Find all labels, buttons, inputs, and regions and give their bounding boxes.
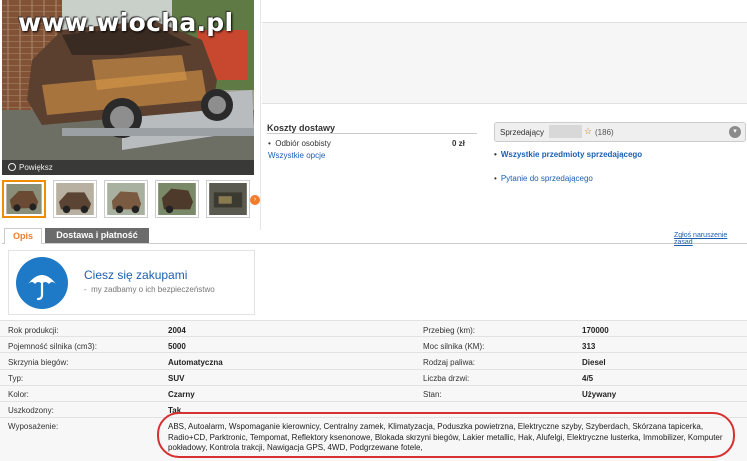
param-label: Moc silnika (KM): [423, 342, 485, 351]
umbrella-icon [16, 257, 68, 309]
thumbnail-image [158, 183, 196, 215]
promo-subtitle-text: my zadbamy o ich bezpieczeństwo [91, 285, 215, 294]
delivery-all-options-link[interactable]: Wszystkie opcje [268, 151, 325, 160]
row-divider [0, 385, 747, 386]
row-divider [0, 401, 747, 402]
param-label: Rok produkcji: [8, 326, 59, 335]
delivery-option: • Odbiór osobisty [268, 139, 331, 148]
param-value: 4/5 [582, 374, 594, 383]
param-label: Kolor: [8, 390, 29, 399]
param-value: Automatyczna [168, 358, 223, 367]
delivery-pickup-label: Odbiór osobisty [275, 139, 331, 148]
thumbnail-2[interactable] [53, 180, 97, 218]
param-value: 5000 [168, 342, 186, 351]
watermark: www.wiocha.pl [18, 8, 234, 37]
thumbnail-4[interactable] [155, 180, 199, 218]
thumbnail-5[interactable] [206, 180, 250, 218]
param-value: 2004 [168, 326, 186, 335]
seller-all-items-link[interactable]: • Wszystkie przedmioty sprzedającego [494, 150, 642, 159]
param-label: Rodzaj paliwa: [423, 358, 476, 367]
param-value: SUV [168, 374, 185, 383]
seller-label: Sprzedający [500, 128, 545, 137]
top-panel [262, 22, 747, 104]
row-divider [0, 352, 747, 353]
thumbnail-3[interactable] [104, 180, 148, 218]
seller-ask-label: Pytanie do sprzedającego [500, 174, 593, 183]
divider [260, 0, 261, 230]
star-icon: ☆ [584, 126, 593, 136]
thumbnail-image [6, 184, 42, 214]
delivery-title: Koszty dostawy [267, 123, 336, 133]
tab-delivery-payment[interactable]: Dostawa i płatność [45, 228, 149, 243]
promo-subtitle: - my zadbamy o ich bezpieczeństwo [84, 285, 215, 294]
promo-title: Ciesz się zakupami [84, 268, 188, 282]
row-divider [0, 369, 747, 370]
param-label: Skrzynia biegów: [8, 358, 69, 367]
param-value: Diesel [582, 358, 606, 367]
highlight-circle [157, 412, 735, 458]
seller-rating-count: (186) [595, 128, 614, 137]
magnifier-icon [8, 163, 16, 171]
thumbnail-image [56, 183, 94, 215]
main-photo[interactable]: www.wiocha.pl Powiększ [2, 0, 254, 175]
param-value: Czarny [168, 390, 195, 399]
param-label: Liczba drzwi: [423, 374, 470, 383]
param-label: Przebieg (km): [423, 326, 476, 335]
thumbnail-1[interactable] [2, 180, 46, 218]
tabs-divider [2, 243, 747, 244]
param-value: 170000 [582, 326, 609, 335]
equipment-label: Wyposażenie: [8, 422, 59, 431]
delivery-pickup-price: 0 zł [452, 139, 465, 148]
param-value: 313 [582, 342, 596, 351]
seller-name-redacted [549, 125, 582, 138]
zoom-button[interactable]: Powiększ [2, 160, 254, 175]
param-value: Używany [582, 390, 617, 399]
param-label: Uszkodzony: [8, 406, 54, 415]
seller-ask-link[interactable]: • Pytanie do sprzedającego [494, 174, 593, 183]
report-violation-link[interactable]: Zgłoś naruszenie zasad [674, 232, 747, 246]
row-divider [0, 336, 747, 337]
param-label: Pojemność silnika (cm3): [8, 342, 97, 351]
zoom-label: Powiększ [19, 163, 53, 172]
divider [267, 133, 477, 134]
tab-description[interactable]: Opis [4, 228, 42, 244]
thumbnail-image [209, 183, 247, 215]
thumbnail-image [107, 183, 145, 215]
param-label: Typ: [8, 374, 24, 383]
chevron-down-icon[interactable]: ▾ [729, 126, 741, 138]
param-label: Stan: [423, 390, 442, 399]
next-thumbnails-button[interactable]: › [250, 195, 260, 205]
seller-all-items-label: Wszystkie przedmioty sprzedającego [500, 150, 643, 159]
